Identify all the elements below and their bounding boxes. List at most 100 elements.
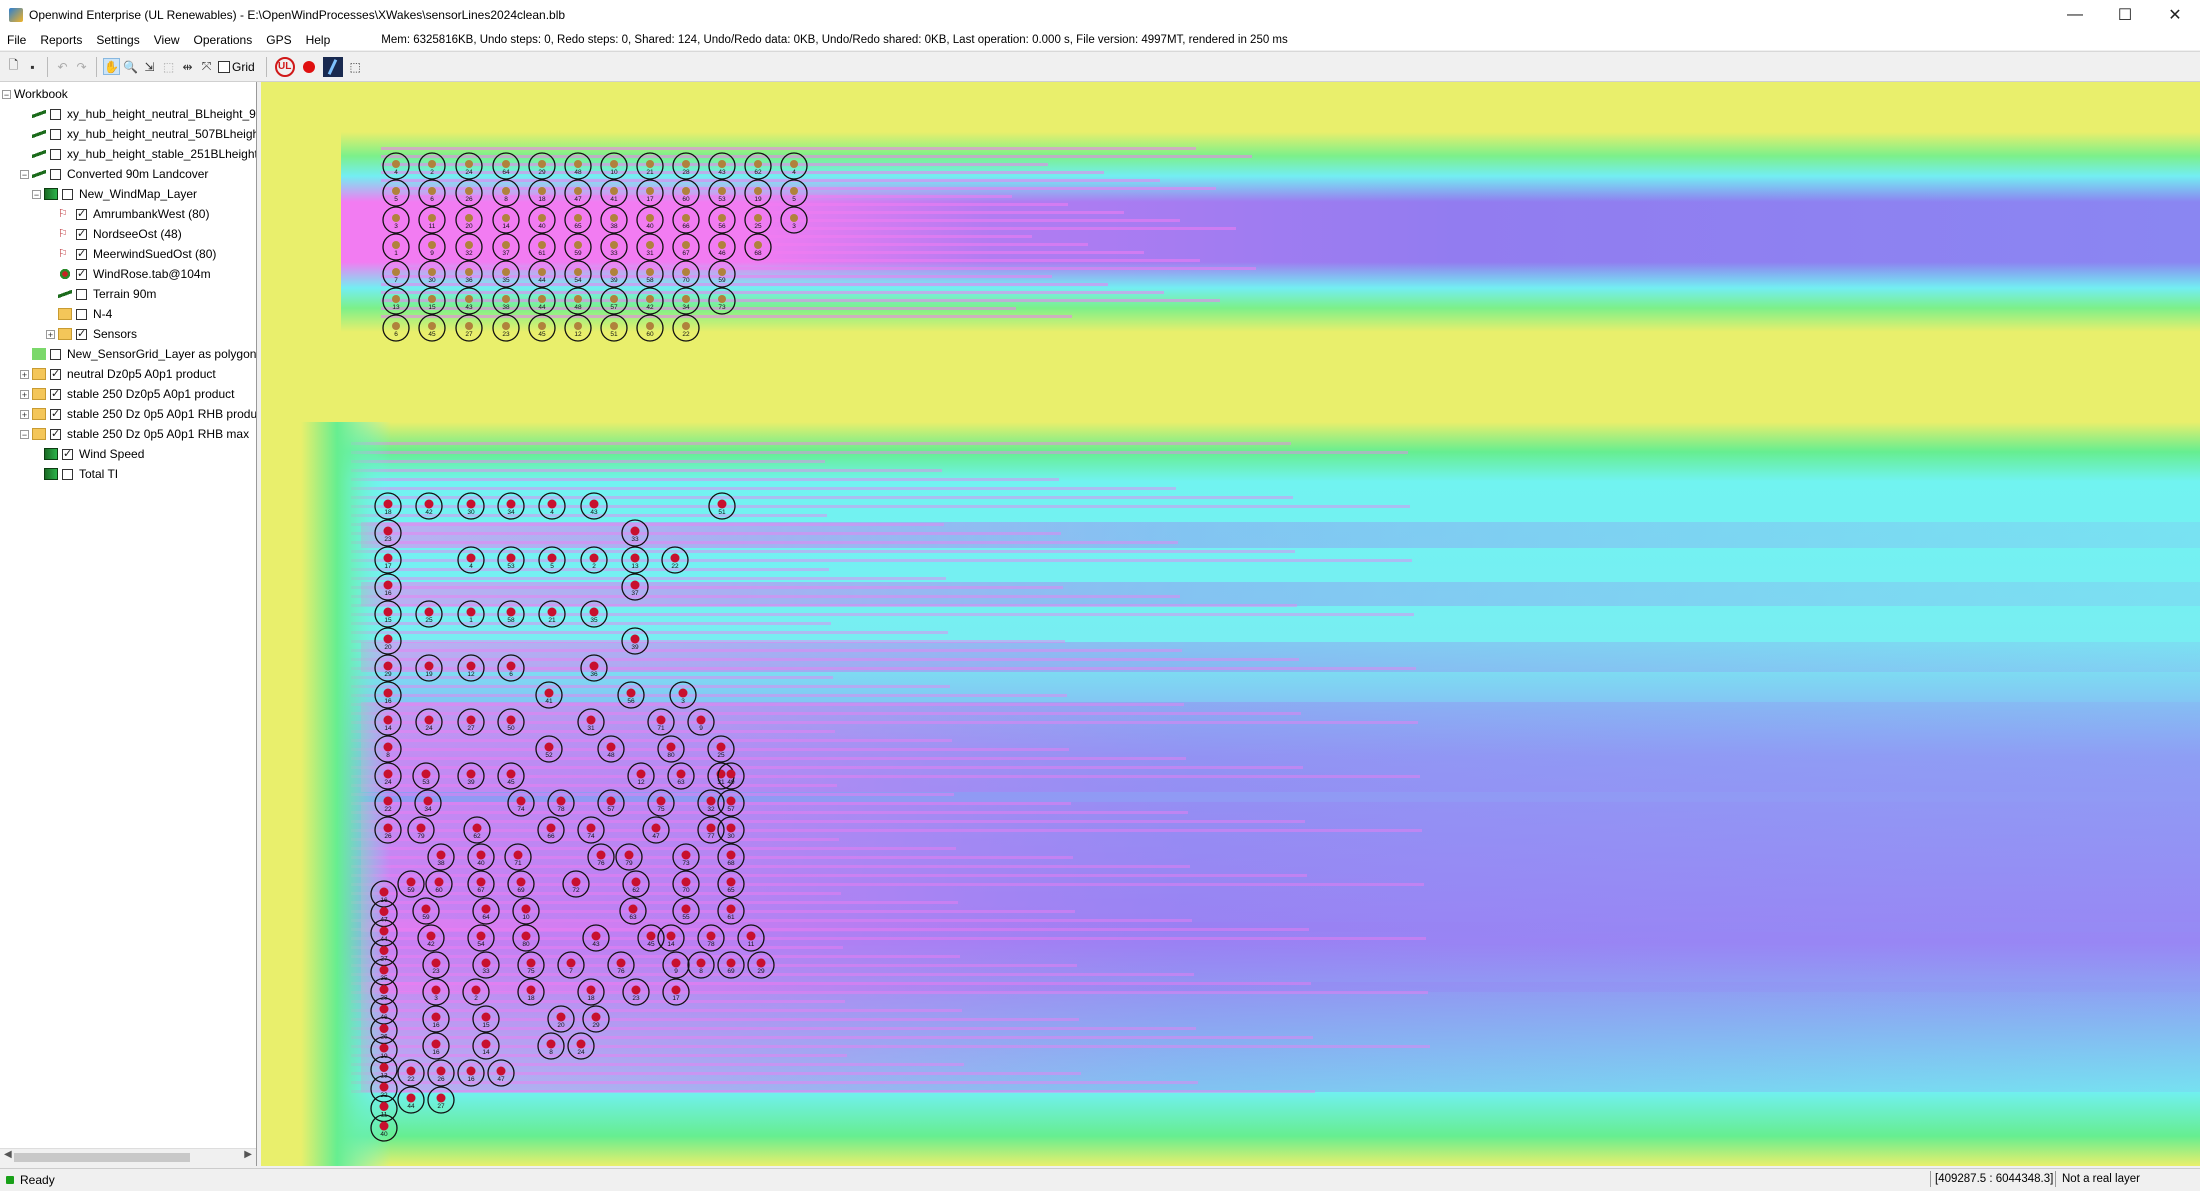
turbine-label: 79 (625, 860, 633, 867)
layer-visibility-checkbox[interactable] (50, 407, 61, 420)
turbine-label: 16 (467, 1076, 475, 1083)
tree-item[interactable]: N-4 (46, 304, 112, 324)
turbine-dot (718, 268, 726, 276)
tree-item[interactable]: WindRose.tab@104m (46, 264, 211, 284)
undo-icon[interactable]: ↶ (54, 58, 71, 75)
turbine-dot (428, 187, 436, 195)
tree-horizontal-scrollbar[interactable]: ◀ ▶ (0, 1148, 256, 1166)
wind-map-canvas[interactable]: 4 5 3 1 7 13 6 2 6 11 9 30 15 45 24 26 20 32 36 43 27 64 8 14 37… (261, 82, 2200, 1166)
layer-visibility-checkbox[interactable] (62, 447, 73, 460)
scroll-right-icon[interactable]: ▶ (244, 1149, 252, 1160)
layer-visibility-checkbox[interactable] (62, 468, 73, 480)
layer-visibility-checkbox[interactable] (50, 427, 61, 440)
layer-visibility-checkbox[interactable] (50, 387, 61, 400)
menu-reports[interactable]: Reports (33, 33, 89, 47)
turbine-dot (656, 796, 666, 806)
turbine-dot (502, 322, 510, 330)
collapse-icon[interactable]: − (32, 189, 41, 199)
turbine-dot (465, 322, 473, 330)
tree-item[interactable]: + Sensors (46, 324, 137, 344)
scroll-left-icon[interactable]: ◀ (4, 1149, 12, 1160)
tree-item[interactable]: New_SensorGrid_Layer as polygon (20, 344, 256, 364)
measure-icon[interactable]: ⇲ (141, 58, 158, 75)
wind-speed-map[interactable]: 4531713626119301545242620323643276481437… (261, 82, 2200, 1166)
layer-visibility-checkbox[interactable] (62, 188, 73, 200)
turbine-label: 17 (384, 563, 392, 570)
turbine-dot (574, 268, 582, 276)
xy-layer-icon (32, 108, 46, 120)
fit-extent-icon[interactable]: ⤧ (198, 58, 215, 75)
collapse-icon[interactable]: − (2, 89, 11, 99)
layer-visibility-checkbox[interactable] (50, 108, 61, 120)
minimize-button[interactable]: — (2050, 0, 2100, 30)
layer-visibility-checkbox[interactable] (50, 168, 61, 180)
layer-visibility-checkbox[interactable] (50, 367, 61, 380)
ul-logo-icon[interactable]: UL (274, 56, 295, 77)
menu-operations[interactable]: Operations (187, 33, 260, 47)
menu-view[interactable]: View (147, 33, 187, 47)
expand-icon[interactable]: + (20, 409, 29, 419)
tree-item[interactable]: + stable 250 Dz0p5 A0p1 product (20, 384, 234, 404)
grid-checkbox[interactable]: Grid (218, 60, 255, 74)
save-icon[interactable]: ▪ (24, 58, 41, 75)
tree-item[interactable]: Terrain 90m (46, 284, 156, 304)
record-icon[interactable] (302, 60, 315, 73)
menu-gps[interactable]: GPS (259, 33, 298, 47)
tree-item[interactable]: ⚐ AmrumbankWest (80) (46, 204, 209, 224)
layer-visibility-checkbox[interactable] (76, 227, 87, 240)
expand-icon[interactable]: + (20, 389, 29, 399)
tree-item[interactable]: + neutral Dz0p5 A0p1 product (20, 364, 216, 384)
menu-help[interactable]: Help (299, 33, 338, 47)
tree-item[interactable]: ⚐ MeerwindSuedOst (80) (46, 244, 216, 264)
turbine-dot (646, 241, 654, 249)
layer-visibility-checkbox[interactable] (76, 327, 87, 340)
tree-item[interactable]: − Converted 90m Landcover (20, 164, 208, 184)
tree-item[interactable]: ⚐ NordseeOst (48) (46, 224, 182, 244)
tree-item[interactable]: − stable 250 Dz 0p5 A0p1 RHB max (20, 424, 249, 444)
grid-checkbox-box[interactable] (218, 60, 230, 73)
bottom-wake-streak (351, 757, 1186, 760)
layer-visibility-checkbox[interactable] (76, 247, 87, 260)
collapse-icon[interactable]: − (20, 429, 29, 439)
layer-visibility-checkbox[interactable] (76, 288, 87, 300)
expand-icon[interactable]: + (46, 329, 55, 339)
bottom-wake-streak (351, 442, 1291, 445)
turbine-dot (506, 661, 516, 671)
menu-file[interactable]: File (0, 33, 33, 47)
turbine-dot (526, 958, 536, 968)
tree-item[interactable]: Total TI (32, 464, 118, 484)
turbine-layer-icon: ⚐ (58, 208, 68, 220)
layer-visibility-checkbox[interactable] (76, 207, 87, 220)
tree-item[interactable]: xy_hub_height_neutral_BLheight_900m (20, 104, 256, 124)
tree-item[interactable]: xy_hub_height_neutral_507BLheight.xyz (20, 124, 256, 144)
layer-visibility-checkbox[interactable] (76, 308, 87, 320)
layer-visibility-checkbox[interactable] (76, 267, 87, 280)
layer-visibility-checkbox[interactable] (50, 128, 61, 140)
tree-item[interactable]: Wind Speed (32, 444, 144, 464)
frame-icon[interactable]: ⬚ (347, 58, 364, 75)
layer-visibility-checkbox[interactable] (50, 348, 61, 360)
turbine-label: 29 (592, 1022, 600, 1029)
expand-icon[interactable]: + (20, 369, 29, 379)
wind-icon[interactable] (322, 56, 343, 77)
turbine-dot (591, 931, 601, 941)
redo-icon[interactable]: ↷ (73, 58, 90, 75)
tree-item[interactable]: xy_hub_height_stable_251BLheight.xyz (20, 144, 256, 164)
turbine-dot (506, 499, 516, 509)
select-icon[interactable]: ⬚ (160, 58, 177, 75)
tree-root-workbook[interactable]: − Workbook (2, 84, 68, 104)
close-button[interactable]: ✕ (2150, 0, 2200, 30)
menu-settings[interactable]: Settings (89, 33, 146, 47)
pan-hand-icon[interactable]: ✋ (103, 58, 120, 75)
new-file-icon[interactable]: 🗋 (5, 58, 22, 75)
scrollbar-thumb[interactable] (14, 1153, 190, 1162)
tree-item[interactable]: − New_WindMap_Layer (32, 184, 197, 204)
turbine-dot (431, 958, 441, 968)
zoom-icon[interactable]: 🔍 (122, 58, 139, 75)
tree-item[interactable]: + stable 250 Dz 0p5 A0p1 RHB product (20, 404, 256, 424)
maximize-button[interactable]: ☐ (2100, 0, 2150, 30)
collapse-icon[interactable]: − (20, 169, 29, 179)
turbine-dot (630, 526, 640, 536)
split-icon[interactable]: ⇹ (179, 58, 196, 75)
layer-visibility-checkbox[interactable] (50, 148, 61, 160)
